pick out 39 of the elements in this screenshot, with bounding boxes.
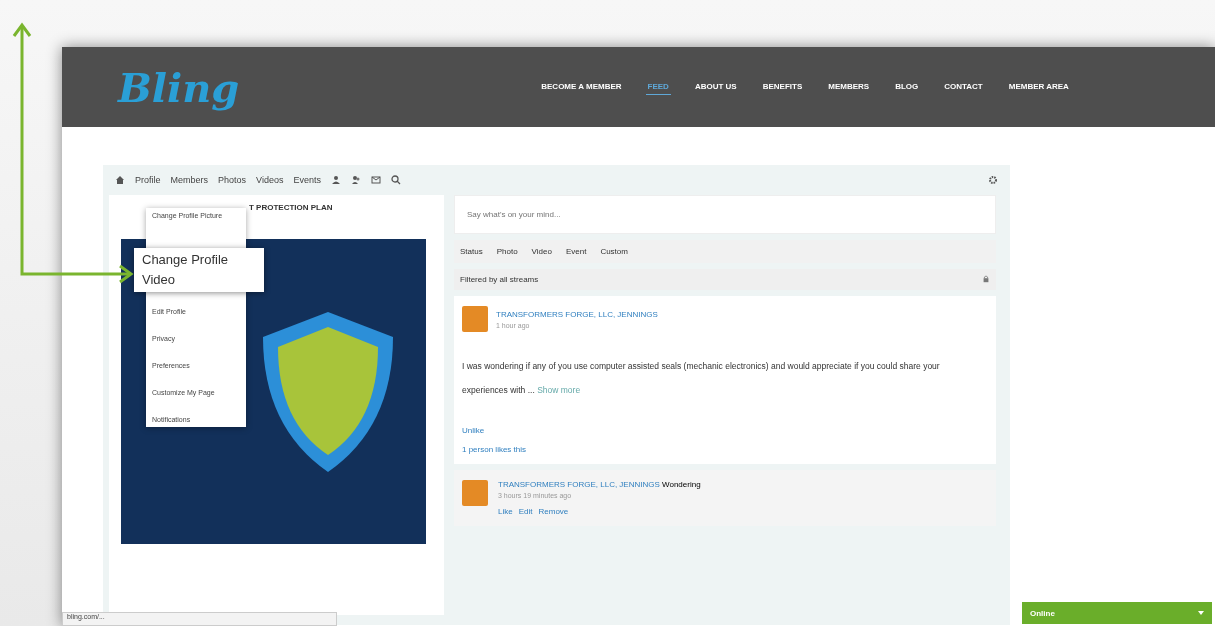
post-text: I was wondering if any of you use computer assisted seals (mechanic electronics) and would appreciate if you could share your experiences with ... Show more: [462, 360, 941, 397]
nav-link[interactable]: BECOME A MEMBER: [539, 79, 624, 95]
likes-count-link[interactable]: 1 person likes this: [462, 445, 988, 454]
people-icon[interactable]: [350, 175, 361, 185]
nav-link[interactable]: BENEFITS: [760, 79, 805, 95]
nav-link[interactable]: BLOG: [893, 79, 921, 95]
home-icon[interactable]: [115, 175, 125, 185]
status-input[interactable]: Say what's on your mind...: [454, 195, 996, 234]
avatar: [462, 480, 488, 506]
search-icon[interactable]: [390, 175, 401, 185]
post-type-tab[interactable]: Status: [460, 247, 483, 256]
unlike-link[interactable]: Unlike: [462, 426, 988, 435]
toolbar-link[interactable]: Events: [293, 175, 321, 185]
nav-link[interactable]: CONTACT: [942, 79, 985, 95]
post-type-tab[interactable]: Custom: [600, 247, 628, 256]
post-type-tab[interactable]: Photo: [496, 247, 518, 256]
settings-icon[interactable]: [988, 175, 998, 185]
comment-action-link[interactable]: Remove: [538, 507, 569, 516]
person-icon[interactable]: [330, 175, 341, 185]
lock-icon[interactable]: [982, 275, 990, 283]
comment-text: TRANSFORMERS FORGE, LLC, JENNINGS Wondering: [498, 480, 701, 489]
toolbar-link[interactable]: Profile: [135, 175, 161, 185]
mail-icon[interactable]: [370, 175, 381, 185]
caret-icon: [1198, 611, 1204, 615]
avatar: [462, 306, 488, 332]
post-type-tab[interactable]: Video: [531, 247, 552, 256]
nav-link[interactable]: MEMBERS: [826, 79, 872, 95]
zoom-callout: Change Profile Video: [134, 248, 264, 292]
toolbar-link[interactable]: Videos: [256, 175, 284, 185]
filter-label[interactable]: Filtered by all streams: [460, 275, 539, 284]
comment-action-link[interactable]: Edit: [518, 507, 533, 516]
comment-action-link[interactable]: Like: [498, 507, 513, 516]
toolbar-link[interactable]: Members: [170, 175, 209, 185]
nav-link[interactable]: ABOUT US: [692, 79, 739, 95]
nav-link[interactable]: MEMBER AREA: [1006, 79, 1071, 95]
card-title: T PROTECTION PLAN: [249, 203, 334, 214]
toolbar-link[interactable]: Photos: [218, 175, 247, 185]
post-type-tab[interactable]: Event: [565, 247, 587, 256]
author-link[interactable]: TRANSFORMERS FORGE, LLC, JENNINGS: [496, 309, 658, 319]
